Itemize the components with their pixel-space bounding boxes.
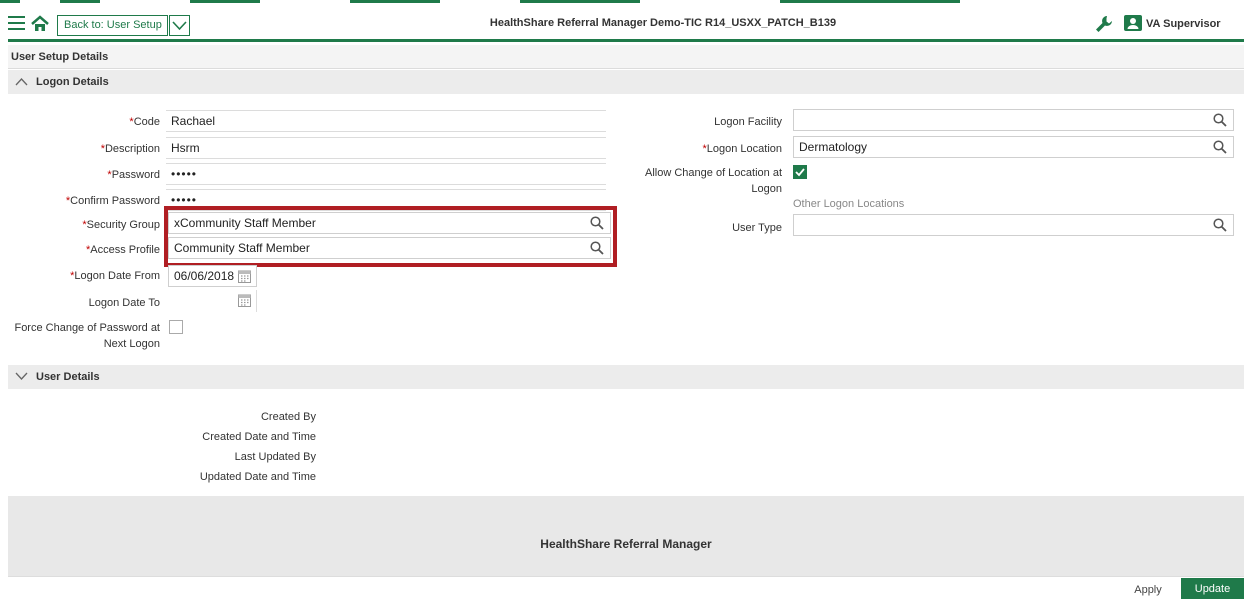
chevron-up-icon	[15, 78, 28, 86]
apply-button[interactable]: Apply	[1118, 580, 1178, 599]
menu-icon[interactable]	[8, 16, 25, 32]
user-details-title: User Details	[36, 371, 100, 383]
logon-location-value: Dermatology	[799, 140, 868, 154]
logon-location-field[interactable]: Dermatology	[793, 136, 1234, 158]
logon-date-to-label: Logon Date To	[88, 297, 160, 309]
home-icon[interactable]	[30, 14, 50, 34]
description-label: *Description	[100, 143, 160, 155]
logon-facility-label: Logon Facility	[714, 116, 782, 128]
last-updated-by-label: Last Updated By	[234, 451, 316, 463]
back-history-dropdown[interactable]	[169, 15, 190, 36]
user-type-label: User Type	[732, 222, 782, 234]
logon-details-toggle[interactable]: Logon Details	[8, 70, 1244, 94]
app-title: HealthShare Referral Manager Demo-TIC R1…	[489, 17, 837, 29]
cropped-glyph	[0, 0, 20, 3]
action-bar: Apply Update	[8, 576, 1244, 599]
highlight-box	[164, 206, 617, 267]
logon-location-label: *Logon Location	[702, 143, 782, 155]
page-title: User Setup Details	[8, 45, 1244, 69]
search-icon[interactable]	[1213, 113, 1227, 127]
back-to-user-setup-button[interactable]: Back to: User Setup	[57, 15, 168, 36]
password-label: *Password	[107, 169, 160, 181]
footer-brand: HealthShare Referral Manager	[540, 537, 712, 551]
allow-change-location-checkbox[interactable]	[793, 165, 807, 179]
chevron-down-icon	[172, 21, 187, 31]
access-profile-label: *Access Profile	[86, 244, 160, 256]
logon-facility-field[interactable]	[793, 109, 1234, 131]
cropped-glyph	[780, 0, 960, 3]
user-type-field[interactable]	[793, 214, 1234, 236]
logon-date-from-field[interactable]: 06/06/2018	[168, 265, 257, 287]
logon-date-to-field[interactable]	[168, 290, 257, 312]
cropped-glyph	[60, 0, 100, 3]
allow-change-location-label: Allow Change of Location at Logon	[645, 167, 782, 195]
force-change-password-checkbox[interactable]	[169, 320, 183, 334]
footer-band: HealthShare Referral Manager	[8, 496, 1244, 576]
code-field[interactable]: Rachael	[166, 110, 606, 132]
confirm-password-label: *Confirm Password	[65, 195, 160, 207]
update-button[interactable]: Update	[1181, 578, 1244, 599]
wrench-icon[interactable]	[1094, 14, 1114, 34]
created-by-label: Created By	[260, 411, 316, 423]
cropped-heading-strip	[0, 0, 1244, 7]
password-field[interactable]: •••••	[166, 163, 606, 185]
chevron-down-icon	[15, 372, 28, 380]
code-label: *Code	[129, 116, 160, 128]
user-card-icon[interactable]	[1124, 14, 1142, 32]
search-icon[interactable]	[1213, 218, 1227, 232]
app-header: Back to: User Setup HealthShare Referral…	[8, 8, 1244, 42]
current-user-name[interactable]: VA Supervisor	[1146, 18, 1221, 30]
security-group-label: *Security Group	[82, 219, 160, 231]
calendar-icon[interactable]	[238, 269, 251, 283]
description-field[interactable]: Hsrm	[166, 137, 606, 159]
updated-date-label: Updated Date and Time	[199, 471, 316, 483]
user-details-toggle[interactable]: User Details	[8, 365, 1244, 389]
cropped-glyph	[350, 0, 440, 3]
cropped-glyph	[520, 0, 640, 3]
logon-details-title: Logon Details	[36, 76, 109, 88]
check-icon	[795, 168, 805, 177]
logon-date-from-label: *Logon Date From	[70, 270, 160, 282]
other-logon-locations-label[interactable]: Other Logon Locations	[793, 198, 904, 210]
logon-date-from-value: 06/06/2018	[174, 269, 235, 283]
cropped-glyph	[190, 0, 260, 3]
created-date-label: Created Date and Time	[202, 431, 316, 443]
calendar-icon[interactable]	[238, 293, 251, 307]
force-change-password-label: Force Change of Password at Next Logon	[14, 322, 160, 350]
search-icon[interactable]	[1213, 140, 1227, 154]
